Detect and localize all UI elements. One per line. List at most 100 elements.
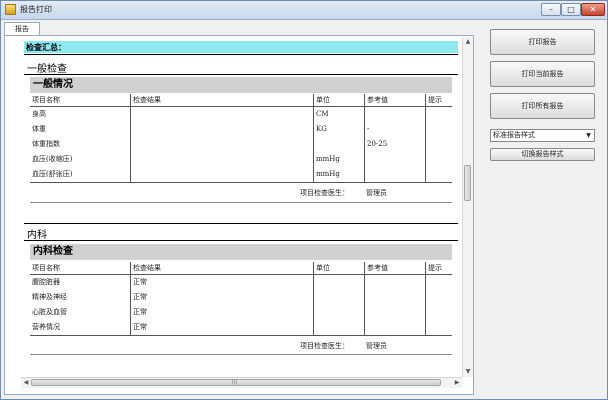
- item-name: 身高: [32, 110, 46, 118]
- item-hint: [425, 122, 452, 137]
- divider: [30, 354, 452, 355]
- item-name: 精神及神经: [32, 293, 67, 301]
- tab-report[interactable]: 报告: [4, 22, 40, 36]
- horizontal-scrollbar[interactable]: ◀ ||| ▶: [21, 377, 462, 388]
- column-header: 参考值: [364, 94, 426, 107]
- item-result: [130, 122, 314, 137]
- item-reference: [364, 320, 426, 336]
- close-button[interactable]: ✕: [581, 3, 605, 16]
- item-reference: [364, 152, 426, 167]
- item-name: 血压(舒张压): [30, 167, 131, 183]
- doctor-row: 项目检查医生： 管理员: [30, 340, 452, 353]
- report-print-window: 报告打印 – □ ✕ 报告 检查汇总： 一般检查 一般情况 项目名称 检查结果 …: [0, 0, 608, 400]
- table-row: 体重指数 20-25: [30, 137, 452, 152]
- scroll-right-icon[interactable]: ▶: [452, 378, 462, 388]
- item-result: [130, 137, 314, 152]
- item-name: 血压(收缩压): [32, 155, 73, 163]
- item-result: 正常: [130, 290, 314, 305]
- item-hint: [425, 152, 452, 167]
- item-name: 营养情况: [30, 320, 131, 336]
- item-name: 体重: [32, 125, 46, 133]
- table-row: 身高 CM: [30, 106, 452, 122]
- divider: [24, 74, 458, 75]
- table-row: 血压(舒张压) mmHg: [30, 167, 452, 183]
- item-reference: [364, 167, 426, 183]
- item-name: 心脏及血管: [32, 308, 67, 316]
- column-header: 参考值: [364, 262, 426, 275]
- vertical-scrollbar[interactable]: ▲ ▼: [462, 37, 473, 377]
- section-title: 内科: [27, 230, 47, 241]
- scroll-left-icon[interactable]: ◀: [21, 378, 31, 388]
- grip-icon: |||: [232, 379, 238, 385]
- divider: [30, 202, 452, 203]
- table-row: 精神及神经 正常: [30, 290, 452, 305]
- item-unit: [313, 305, 365, 320]
- item-reference: [364, 274, 426, 290]
- table-header-row: 项目名称 检查结果 单位 参考值 提示: [30, 94, 452, 107]
- print-report-button[interactable]: 打印报告: [490, 29, 595, 55]
- table-header-row: 项目名称 检查结果 单位 参考值 提示: [30, 262, 452, 275]
- item-name: 体重指数: [32, 140, 60, 148]
- table-row: 腹腔脏器 正常: [30, 274, 452, 290]
- divider: [24, 54, 458, 55]
- item-unit: mmHg: [313, 152, 365, 167]
- title-bar: 报告打印 – □ ✕: [1, 1, 607, 20]
- report-style-value: 标准报告样式: [493, 131, 535, 139]
- table-row: 血压(收缩压) mmHg: [30, 152, 452, 167]
- doctor-name: 管理员: [366, 342, 387, 350]
- column-header: 提示: [425, 262, 452, 275]
- item-hint: [425, 137, 452, 152]
- doctor-label: 项目检查医生：: [300, 342, 349, 350]
- app-icon: [5, 4, 16, 15]
- print-all-reports-button[interactable]: 打印所有报告: [490, 93, 595, 119]
- switch-report-style-button[interactable]: 切换报告样式: [490, 148, 595, 161]
- section-title: 一般检查: [27, 64, 67, 75]
- item-hint: [425, 320, 452, 336]
- report-style-select[interactable]: 标准报告样式 ▼: [490, 129, 595, 142]
- column-header: 检查结果: [130, 262, 314, 275]
- column-header: 单位: [313, 94, 365, 107]
- item-unit: [313, 274, 365, 290]
- column-header: 单位: [313, 262, 365, 275]
- maximize-button[interactable]: □: [561, 3, 581, 16]
- column-header: 检查结果: [130, 94, 314, 107]
- table-row: 体重 KG -: [30, 122, 452, 137]
- print-current-report-button[interactable]: 打印当前报告: [490, 61, 595, 87]
- vertical-scroll-thumb[interactable]: [464, 165, 471, 201]
- horizontal-scroll-thumb[interactable]: |||: [31, 379, 441, 386]
- minimize-button[interactable]: –: [541, 3, 561, 16]
- item-hint: [425, 305, 452, 320]
- scroll-up-icon[interactable]: ▲: [463, 37, 473, 47]
- item-hint: [425, 274, 452, 290]
- item-hint: [425, 167, 452, 183]
- window-title: 报告打印: [20, 5, 52, 14]
- exam-table: 项目名称 检查结果 单位 参考值 提示 身高 CM 体重 KG - 体重指数 2…: [30, 94, 452, 183]
- item-unit: [313, 137, 365, 152]
- scroll-down-icon[interactable]: ▼: [463, 367, 473, 377]
- item-name: 腹腔脏器: [32, 278, 60, 286]
- table-row: 营养情况 正常: [30, 320, 452, 336]
- item-result: [130, 167, 314, 183]
- item-hint: [425, 290, 452, 305]
- item-reference: 20-25: [364, 137, 426, 152]
- doctor-name: 管理员: [366, 189, 387, 197]
- column-header: 项目名称: [30, 94, 131, 107]
- item-result: 正常: [130, 320, 314, 336]
- column-header: 项目名称: [30, 262, 131, 275]
- divider: [24, 223, 458, 224]
- dropdown-arrow-icon[interactable]: ▼: [584, 131, 593, 140]
- item-unit: CM: [313, 106, 365, 122]
- doctor-row: 项目检查医生： 管理员: [30, 187, 452, 200]
- item-unit: [313, 290, 365, 305]
- item-unit: mmHg: [313, 167, 365, 183]
- item-reference: [364, 305, 426, 320]
- item-reference: -: [364, 122, 426, 137]
- exam-table: 项目名称 检查结果 单位 参考值 提示 腹腔脏器 正常 精神及神经 正常 心脏及…: [30, 262, 452, 336]
- subsection-title: 内科检查: [30, 244, 452, 260]
- item-hint: [425, 106, 452, 122]
- table-row: 心脏及血管 正常: [30, 305, 452, 320]
- item-result: 正常: [130, 305, 314, 320]
- doctor-label: 项目检查医生：: [300, 189, 349, 197]
- report-preview: 检查汇总： 一般检查 一般情况 项目名称 检查结果 单位 参考值 提示 身高 C…: [21, 39, 462, 376]
- item-unit: [313, 320, 365, 336]
